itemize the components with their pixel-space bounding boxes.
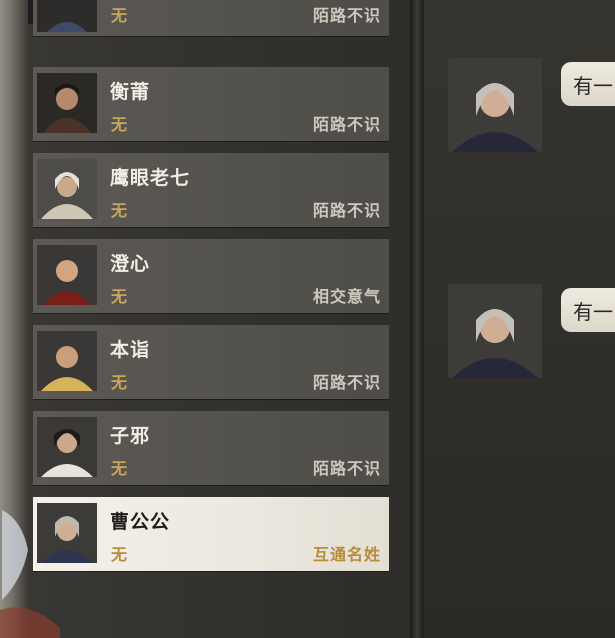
contact-relation: 互通名姓 [312, 545, 381, 564]
contact-card[interactable]: 无 陌路不识 [33, 0, 389, 36]
contact-name: 鹰眼老七 [110, 167, 191, 189]
contact-title: 无 [111, 545, 128, 564]
message-avatar [448, 58, 542, 152]
contact-card[interactable]: 本诣 无 陌路不识 [33, 325, 389, 399]
contact-relation: 陌路不识 [312, 373, 381, 392]
avatar [37, 73, 97, 133]
contact-name: 本诣 [110, 339, 151, 361]
ink-flower-decoration [0, 510, 60, 638]
avatar [37, 159, 97, 219]
contact-title: 无 [111, 287, 128, 306]
contact-title: 无 [111, 459, 128, 478]
contact-title: 无 [111, 201, 128, 220]
contact-title: 无 [111, 115, 128, 134]
avatar [37, 0, 97, 32]
contact-card[interactable]: 衡莆 无 陌路不识 [33, 67, 389, 141]
avatar [37, 331, 97, 391]
panel-divider [410, 0, 424, 638]
contact-title: 无 [111, 373, 128, 392]
contact-relation: 相交意气 [312, 287, 381, 306]
avatar [37, 245, 97, 305]
contact-card[interactable]: 子邪 无 陌路不识 [33, 411, 389, 485]
contact-name: 曹公公 [110, 511, 171, 533]
contact-card[interactable]: 澄心 无 相交意气 [33, 239, 389, 313]
contact-card[interactable]: 鹰眼老七 无 陌路不识 [33, 153, 389, 227]
message-avatar [448, 284, 542, 378]
avatar [37, 417, 97, 477]
contact-relation: 陌路不识 [312, 6, 381, 25]
contact-name: 子邪 [110, 425, 151, 447]
contact-card-selected[interactable]: 曹公公 无 互通名姓 [33, 497, 389, 571]
contact-relation: 陌路不识 [312, 115, 381, 134]
contact-name: 衡莆 [110, 81, 151, 103]
message-bubble: 有一 [561, 62, 615, 106]
contact-title: 无 [111, 6, 128, 25]
contact-relation: 陌路不识 [312, 459, 381, 478]
contact-relation: 陌路不识 [312, 201, 381, 220]
message-bubble: 有一 [561, 288, 615, 332]
contact-name: 澄心 [110, 253, 151, 275]
